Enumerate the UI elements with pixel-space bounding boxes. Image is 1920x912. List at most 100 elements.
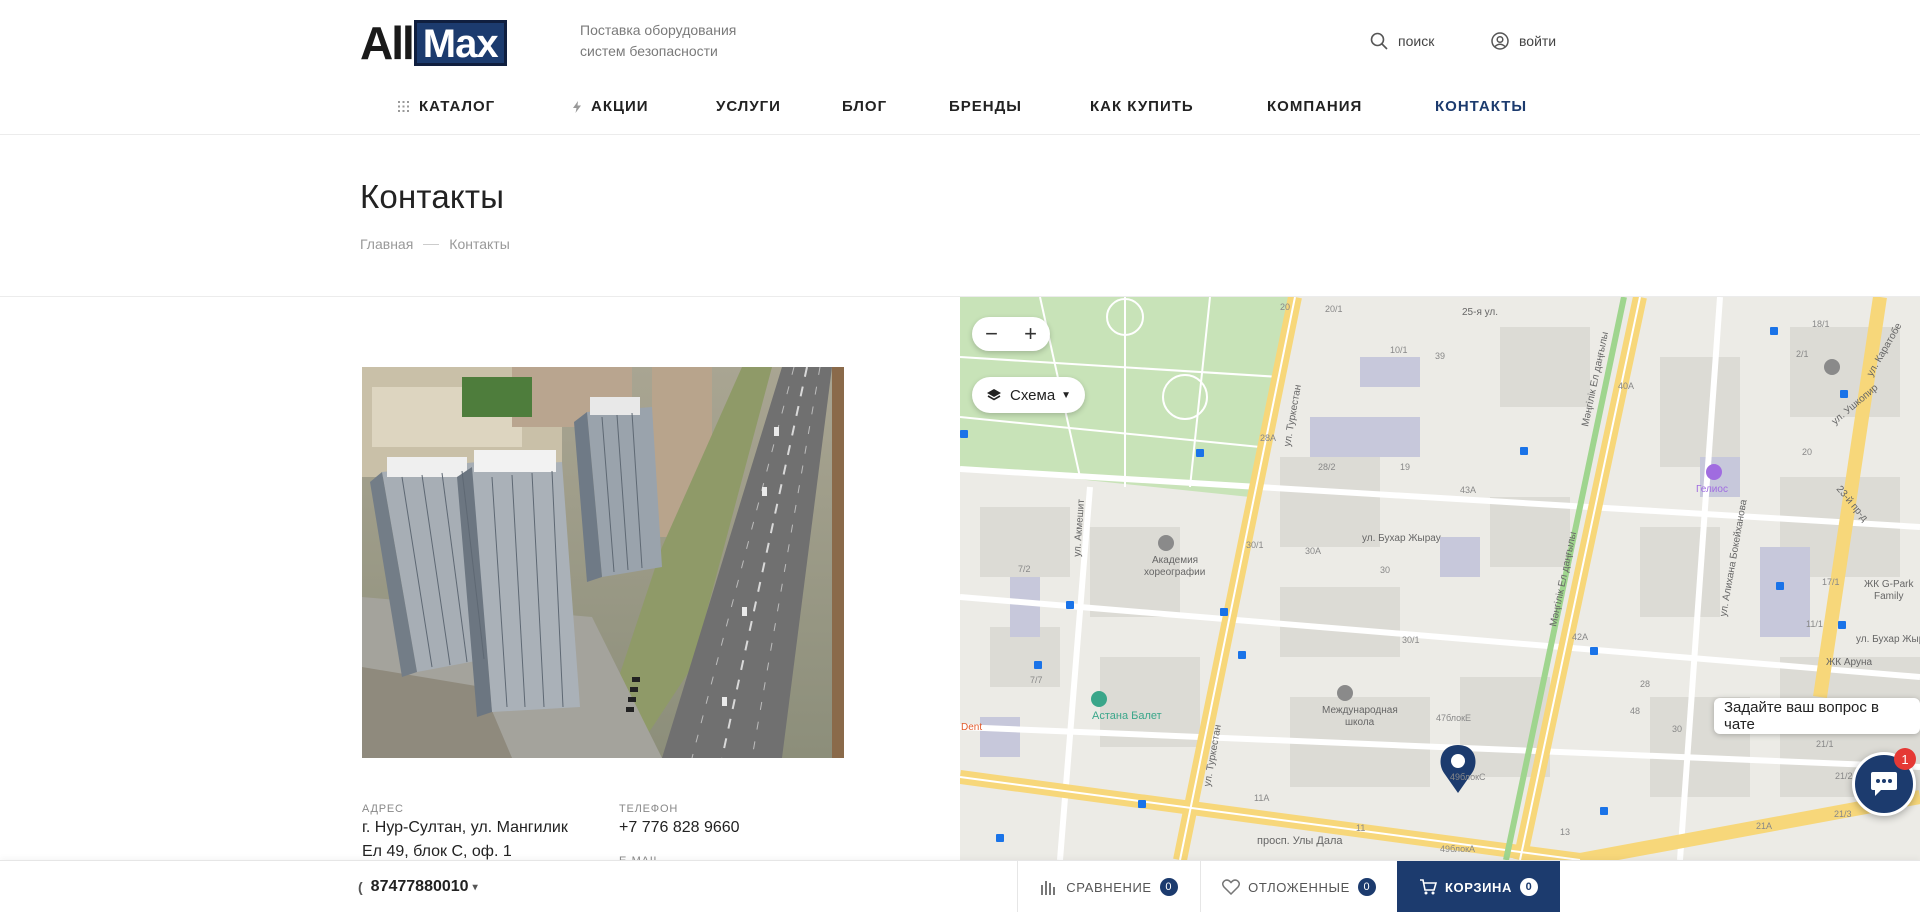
logo-all-text: All xyxy=(360,17,415,69)
nav-label: АКЦИИ xyxy=(591,98,649,115)
compare-icon xyxy=(1041,881,1056,895)
building-number: 21A xyxy=(1756,821,1772,831)
slogan-line-2: систем безопасности xyxy=(580,43,718,59)
map-label: Академия xyxy=(1152,555,1198,566)
location-map[interactable]: Dent Академия хореографии Астана Балет М… xyxy=(960,297,1920,860)
layer-label: Схема xyxy=(1010,386,1056,404)
address-value: г. Нур-Султан, ул. Мангилик Ел 49, блок … xyxy=(362,816,568,864)
breadcrumb: Главная Контакты xyxy=(360,236,510,252)
map-label: Family xyxy=(1874,591,1903,602)
breadcrumb-separator xyxy=(423,243,440,245)
phone-value[interactable]: +7 776 828 9660 xyxy=(619,816,740,840)
chat-tooltip[interactable]: Задайте ваш вопрос в чате xyxy=(1714,698,1920,734)
building-number: 28A xyxy=(1260,433,1276,443)
grid-icon xyxy=(398,101,409,112)
map-label: Астана Балет xyxy=(1092,710,1162,722)
nav-label: БРЕНДЫ xyxy=(949,98,1022,115)
nav-item-brands[interactable]: БРЕНДЫ xyxy=(949,98,1022,115)
zoom-in-button[interactable]: + xyxy=(1011,317,1050,351)
map-label: просп. Улы Дала xyxy=(1257,835,1343,847)
nav-item-catalog[interactable]: КАТАЛОГ xyxy=(398,98,495,115)
chevron-down-icon: ▾ xyxy=(472,881,478,893)
zoom-out-button[interactable]: − xyxy=(972,317,1011,351)
page-title: Контакты xyxy=(360,178,505,215)
search-button[interactable]: поиск xyxy=(1370,32,1434,50)
chat-unread-badge: 1 xyxy=(1894,748,1916,770)
chevron-down-icon: ▼ xyxy=(1061,389,1072,401)
nav-label: УСЛУГИ xyxy=(716,98,781,115)
building-number: 20/1 xyxy=(1325,304,1343,314)
building-number: 42A xyxy=(1572,632,1588,642)
nav-item-blog[interactable]: БЛОГ xyxy=(842,98,887,115)
map-label: ул. Бухар Жырау xyxy=(1362,533,1441,544)
building-number: 21/2 xyxy=(1835,771,1853,781)
user-icon xyxy=(1491,32,1509,50)
building-number: 17/1 xyxy=(1822,577,1840,587)
building-number: 18/1 xyxy=(1812,319,1830,329)
building-number: 30 xyxy=(1672,724,1682,734)
map-label: ЖК Аруна xyxy=(1826,657,1872,668)
nav-item-how-to-buy[interactable]: КАК КУПИТЬ xyxy=(1090,98,1194,115)
heart-icon xyxy=(1222,879,1241,895)
cart-button[interactable]: КОРЗИНА 0 xyxy=(1397,861,1560,912)
header-phone-dropdown[interactable]: ( 87477880010 ▾ xyxy=(358,878,478,896)
map-layer-select[interactable]: Схема ▼ xyxy=(972,377,1086,413)
bottom-phone-number: 87477880010 xyxy=(370,878,469,895)
nav-label: БЛОГ xyxy=(842,98,888,115)
building-number: 7/7 xyxy=(1030,675,1043,685)
building-number: 28/2 xyxy=(1318,462,1336,472)
nav-label: КАК КУПИТЬ xyxy=(1090,98,1194,115)
map-canvas: Dent Академия хореографии Астана Балет М… xyxy=(960,297,1920,860)
building-number: 39 xyxy=(1435,351,1445,361)
deferred-button[interactable]: ОТЛОЖЕННЫЕ 0 xyxy=(1200,861,1397,912)
slogan-line-1: Поставка оборудования xyxy=(580,22,737,38)
nav-label: КАТАЛОГ xyxy=(419,98,496,115)
chat-bubble-icon xyxy=(1871,772,1897,796)
map-label: Международная xyxy=(1322,705,1398,716)
cart-label: КОРЗИНА xyxy=(1444,879,1512,895)
site-logo[interactable]: All Max xyxy=(360,20,507,66)
building-number: 30/1 xyxy=(1402,635,1420,645)
building-number: 40A xyxy=(1618,381,1634,391)
building-number: 30/1 xyxy=(1246,540,1264,550)
map-zoom-control: − + xyxy=(972,317,1050,351)
nav-item-contacts[interactable]: КОНТАКТЫ xyxy=(1435,98,1527,115)
deferred-label: ОТЛОЖЕННЫЕ xyxy=(1248,879,1350,895)
breadcrumb-home-link[interactable]: Главная xyxy=(360,236,413,252)
building-number: 11/1 xyxy=(1806,619,1823,629)
map-label: 25-я ул. xyxy=(1462,307,1498,318)
building-number: 48 xyxy=(1630,706,1640,716)
building-number: 21/3 xyxy=(1834,809,1852,819)
login-label: войти xyxy=(1519,33,1557,49)
nav-item-services[interactable]: УСЛУГИ xyxy=(716,98,781,115)
nav-item-sales[interactable]: АКЦИИ xyxy=(573,98,649,115)
building-number: 49блокА xyxy=(1440,844,1475,854)
building-number: 30A xyxy=(1305,546,1321,556)
login-button[interactable]: войти xyxy=(1491,32,1556,50)
lightning-icon xyxy=(573,100,581,113)
nav-label: КОМПАНИЯ xyxy=(1267,98,1363,115)
phone-label: ТЕЛЕФОН xyxy=(619,803,679,815)
deferred-count-badge: 0 xyxy=(1357,878,1376,896)
building-number: 20 xyxy=(1802,447,1812,457)
building-number: 2/1 xyxy=(1796,349,1809,359)
compare-label: СРАВНЕНИЕ xyxy=(1066,879,1152,895)
building-number: 7/2 xyxy=(1018,564,1031,574)
map-label: ул. Бухар Жырау xyxy=(1856,634,1920,645)
building-number: 43A xyxy=(1460,485,1476,495)
map-label: хореографии xyxy=(1144,566,1205,578)
cart-icon xyxy=(1419,879,1437,895)
layers-icon xyxy=(987,389,1001,401)
building-number: 10/1 xyxy=(1390,345,1408,355)
building-number: 13 xyxy=(1560,827,1570,837)
breadcrumb-current: Контакты xyxy=(449,236,510,252)
nav-item-company[interactable]: КОМПАНИЯ xyxy=(1267,98,1362,115)
search-icon xyxy=(1370,32,1388,50)
building-number: 30 xyxy=(1380,565,1390,575)
building-number: 49блокС xyxy=(1450,772,1486,782)
compare-button[interactable]: СРАВНЕНИЕ 0 xyxy=(1017,861,1200,912)
building-number: 47блокЕ xyxy=(1436,713,1471,723)
building-number: 11 xyxy=(1356,823,1365,833)
building-number: 19 xyxy=(1400,462,1410,472)
nav-label: КОНТАКТЫ xyxy=(1435,98,1528,115)
